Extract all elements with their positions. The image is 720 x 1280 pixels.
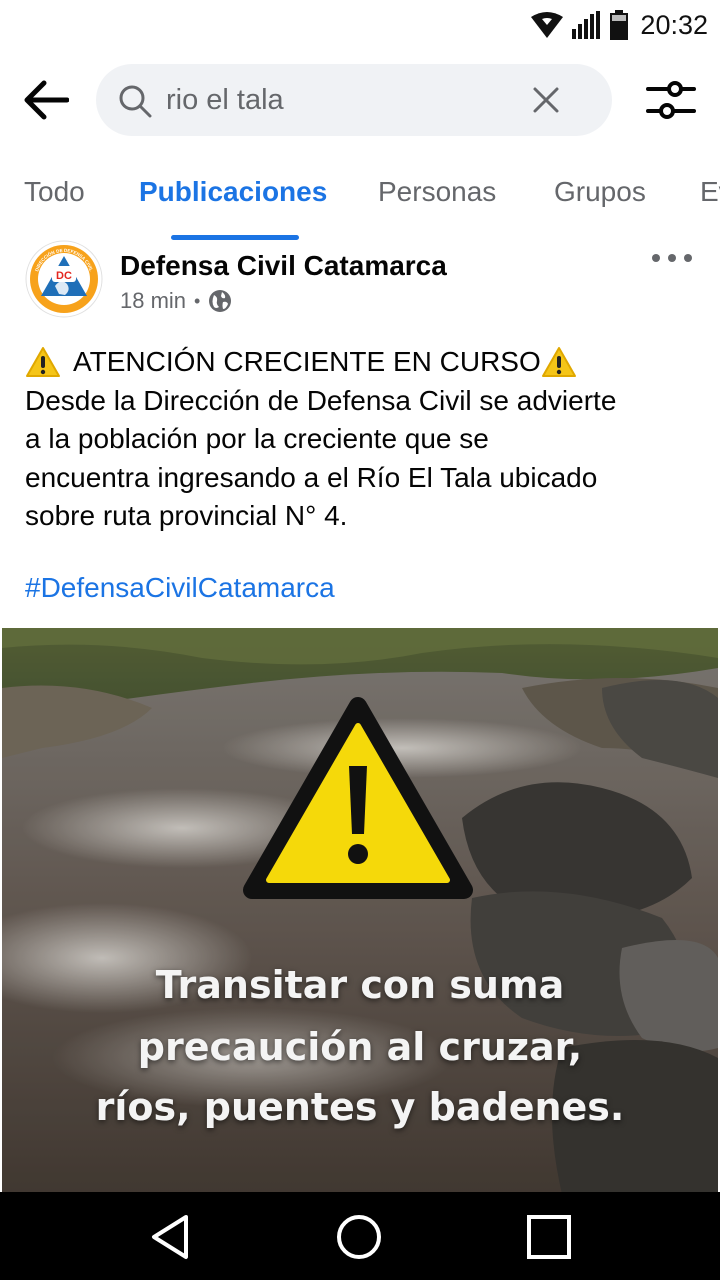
avatar-initials: DC [56,270,72,282]
search-input[interactable] [166,76,536,124]
search-tabs: Todo Publicaciones Personas Grupos Ev [0,160,720,240]
more-horizontal-icon [652,254,660,262]
tab-personas[interactable]: Personas [378,176,496,208]
tab-grupos[interactable]: Grupos [554,176,646,208]
avatar[interactable]: DC DIRECCIÓN DE DEFENSA CIVIL CATAMARCA [25,240,103,318]
search-box[interactable] [96,64,612,136]
meta-separator: • [194,290,201,311]
post-body-line: sobre ruta provincial N° 4. [25,500,348,531]
more-dot [668,254,676,262]
post-header: DC DIRECCIÓN DE DEFENSA CIVIL CATAMARCA … [0,238,720,328]
post-time[interactable]: 18 min [120,288,186,314]
image-caption-line: ríos, puentes y badenes. [95,1085,625,1129]
home-circle-icon[interactable] [334,1212,384,1262]
status-bar: 20:32 [0,0,720,50]
search-icon [119,85,152,118]
battery-icon [610,10,629,40]
post-author[interactable]: Defensa Civil Catamarca [120,250,447,282]
system-nav-bar [0,1192,720,1280]
post-text: ATENCIÓN CRECIENTE EN CURSO Desde la Dir… [25,343,705,536]
back-button[interactable] [20,76,72,124]
status-time: 20:32 [640,9,708,40]
tab-publicaciones[interactable]: Publicaciones [139,176,327,208]
tab-eventos[interactable]: Ev [700,176,720,208]
post-body-line: encuentra ingresando a el Río El Tala ub… [25,461,598,493]
signal-icon [572,11,601,39]
recents-square-icon[interactable] [524,1212,574,1262]
back-triangle-icon[interactable] [146,1212,196,1262]
post-body-line: a la población por la creciente que se [25,423,489,454]
post-meta: 18 min • [120,288,232,314]
warning-emoji-icon [541,347,576,378]
arrow-left-icon [24,80,69,120]
tab-todo[interactable]: Todo [24,176,85,208]
post-headline: ATENCIÓN CRECIENTE EN CURSO [73,346,541,377]
post-headline-line: ATENCIÓN CRECIENTE EN CURSO [25,343,705,382]
wifi-icon [531,12,564,38]
search-header [0,58,720,142]
post-body-line: Desde la Dirección de Defensa Civil se a… [25,384,617,416]
status-icons: 20:32 [530,8,708,42]
more-dot [684,254,692,262]
globe-icon [209,290,232,312]
warning-emoji-icon [26,347,60,378]
post-image[interactable]: Transitar con suma precaución al cruzar,… [2,628,718,1194]
post-hashtag[interactable]: #DefensaCivilCatamarca [25,572,335,604]
more-options-button[interactable] [652,248,692,268]
image-caption-line: Transitar con suma [155,963,565,1007]
filter-sliders-icon[interactable] [646,76,696,124]
close-icon[interactable] [532,86,560,114]
image-caption-line: precaución al cruzar, [137,1025,583,1069]
